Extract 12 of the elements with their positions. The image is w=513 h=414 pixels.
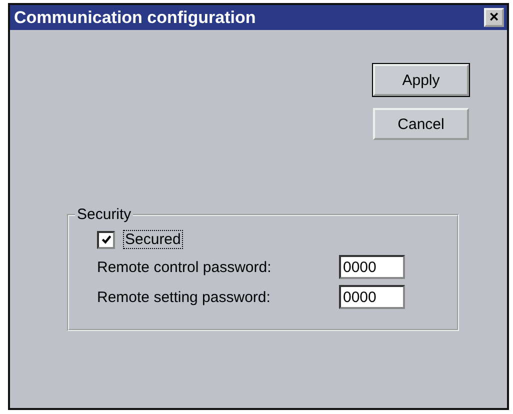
checkbox-label[interactable]: Secured xyxy=(123,230,183,249)
checkbox[interactable] xyxy=(97,230,115,248)
field-label: Remote control password: xyxy=(97,258,272,276)
dialog-button[interactable]: Cancel xyxy=(373,108,469,140)
window-title: Communication configuration xyxy=(14,8,256,28)
checkmark-icon xyxy=(100,234,112,245)
group-title: Security xyxy=(75,206,134,223)
password-field[interactable]: 0000 xyxy=(339,285,405,309)
field-label: Remote setting password: xyxy=(97,288,272,306)
password-field[interactable]: 0000 xyxy=(339,255,405,279)
dialog-button[interactable]: Apply xyxy=(373,64,469,96)
close-button[interactable]: × xyxy=(484,8,504,27)
